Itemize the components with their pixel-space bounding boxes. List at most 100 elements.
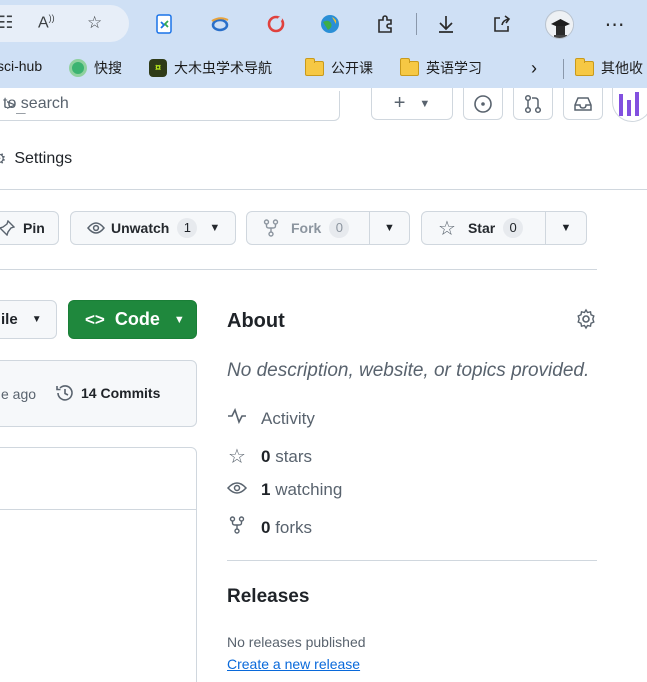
github-header: to search >_ + ▼ ⚙ Settings <box>0 88 647 190</box>
gear-icon[interactable] <box>575 308 597 336</box>
reader-icon[interactable]: ☷ <box>0 13 13 33</box>
file-row-divider <box>0 509 196 510</box>
file-list <box>0 447 197 682</box>
bookmarks-bar: sci-hub 快搜 ¤ 大木虫学术导航 公开课 英语学习 › 其他收 <box>0 50 647 88</box>
issue-icon <box>474 94 492 113</box>
bookmark-separator <box>563 59 564 79</box>
extension-ring-icon[interactable] <box>263 11 289 37</box>
bookmark-label: sci-hub <box>0 58 43 74</box>
add-file-label: ile <box>1 311 18 328</box>
stars-count: 0 <box>261 446 271 466</box>
more-menu-icon[interactable]: ⋯ <box>602 11 628 37</box>
inbox-icon <box>574 96 592 111</box>
bookmark-kuaisou[interactable]: 快搜 <box>69 58 122 78</box>
star-counter: 0 <box>503 218 524 238</box>
favorite-star-icon[interactable]: ☆ <box>87 13 102 33</box>
unwatch-label: Unwatch <box>111 220 170 236</box>
releases-heading[interactable]: Releases <box>227 586 309 608</box>
chevron-down-icon: ▼ <box>31 314 42 325</box>
latest-commit-box: e ago 14 Commits <box>0 360 197 427</box>
watching-link[interactable]: 1 watching <box>226 480 343 500</box>
fork-button[interactable]: Fork 0 <box>246 211 370 245</box>
add-file-button[interactable]: ile ▼ <box>0 300 57 339</box>
forks-count: 0 <box>261 517 271 537</box>
inbox-button[interactable] <box>563 88 603 120</box>
fork-icon <box>263 219 279 237</box>
issues-button[interactable] <box>463 88 503 120</box>
extension-globe-icon[interactable] <box>317 11 343 37</box>
releases-empty-text: No releases published <box>227 634 366 650</box>
bookmark-label: 其他收 <box>601 60 643 76</box>
search-input[interactable]: to search >_ <box>0 91 340 121</box>
eye-icon <box>87 222 105 234</box>
bookmark-label: 公开课 <box>331 60 373 76</box>
damuchong-icon: ¤ <box>149 59 167 77</box>
commits-link[interactable]: 14 Commits <box>55 383 160 403</box>
pin-icon <box>0 220 15 236</box>
fork-icon <box>227 516 247 539</box>
bookmark-damuchong[interactable]: ¤ 大木虫学术导航 <box>149 58 272 78</box>
watch-counter: 1 <box>177 218 198 238</box>
star-icon: ☆ <box>228 446 246 468</box>
profile-avatar[interactable] <box>545 10 574 39</box>
bookmark-label: 快搜 <box>94 60 122 76</box>
extensions-puzzle-icon[interactable] <box>372 11 398 37</box>
share-icon[interactable] <box>489 11 515 37</box>
folder-icon <box>305 57 324 76</box>
forks-label: forks <box>275 517 313 537</box>
folder-icon <box>400 57 419 76</box>
chevron-down-icon: ▼ <box>209 222 221 234</box>
star-icon: ☆ <box>438 217 456 240</box>
pin-label: Pin <box>23 220 45 236</box>
about-heading: About <box>227 310 285 332</box>
star-button[interactable]: ☆ Star 0 <box>421 211 546 245</box>
chevron-down-icon: ▼ <box>173 313 185 326</box>
eye-icon <box>226 480 248 500</box>
download-icon[interactable] <box>433 11 459 37</box>
chevron-down-icon: ▼ <box>384 222 395 234</box>
star-list-dropdown-button[interactable]: ▼ <box>545 211 587 245</box>
extension-translate-icon[interactable] <box>152 11 178 37</box>
bookmark-folder-other[interactable]: 其他收 <box>575 57 643 78</box>
watching-label: watching <box>275 480 343 499</box>
gear-icon: ⚙ <box>0 149 6 169</box>
commits-label: 14 Commits <box>81 385 161 401</box>
command-palette-icon: >_ <box>6 95 26 114</box>
pull-requests-button[interactable] <box>513 88 553 120</box>
bookmark-scihub[interactable]: sci-hub <box>0 58 42 74</box>
address-bar-tail[interactable]: ☷ A)) ☆ <box>0 5 129 42</box>
fork-dropdown-button[interactable]: ▼ <box>369 211 410 245</box>
chevron-down-icon: ▼ <box>560 222 572 234</box>
bookmark-folder-english[interactable]: 英语学习 <box>400 57 482 78</box>
tab-settings-label: Settings <box>14 150 73 167</box>
create-new-button[interactable]: + ▼ <box>371 88 453 120</box>
create-release-link[interactable]: Create a new release <box>227 656 360 672</box>
tab-settings[interactable]: ⚙ Settings <box>0 149 72 169</box>
pin-button[interactable]: Pin <box>0 211 59 245</box>
divider <box>227 560 597 561</box>
chevron-down-icon: ▼ <box>419 97 431 110</box>
kuaisou-icon <box>69 59 87 77</box>
stars-link[interactable]: ☆ 0 stars <box>227 444 312 469</box>
activity-label: Activity <box>261 408 315 428</box>
commit-time: e ago <box>1 386 37 402</box>
activity-link[interactable]: Activity <box>227 407 315 429</box>
folder-icon <box>575 57 594 76</box>
code-button[interactable]: <> Code ▼ <box>68 300 197 339</box>
user-avatar[interactable] <box>612 88 647 122</box>
unwatch-button[interactable]: Unwatch 1 ▼ <box>70 211 236 245</box>
bookmarks-overflow-chevron-icon[interactable]: › <box>531 58 537 79</box>
read-aloud-icon[interactable]: A)) <box>38 13 55 32</box>
code-label: Code <box>114 309 160 329</box>
bookmark-label: 大木虫学术导航 <box>174 60 272 76</box>
browser-toolbar: ☷ A)) ☆ ⋯ <box>0 0 647 50</box>
divider <box>0 269 597 270</box>
history-icon <box>56 385 73 401</box>
extension-ie-icon[interactable] <box>207 11 233 37</box>
bookmark-label: 英语学习 <box>426 60 482 76</box>
forks-link[interactable]: 0 forks <box>227 516 312 539</box>
pulse-icon <box>227 407 247 429</box>
plus-icon: + <box>393 92 406 114</box>
fork-counter: 0 <box>329 218 350 238</box>
bookmark-folder-gongkaike[interactable]: 公开课 <box>305 57 373 78</box>
